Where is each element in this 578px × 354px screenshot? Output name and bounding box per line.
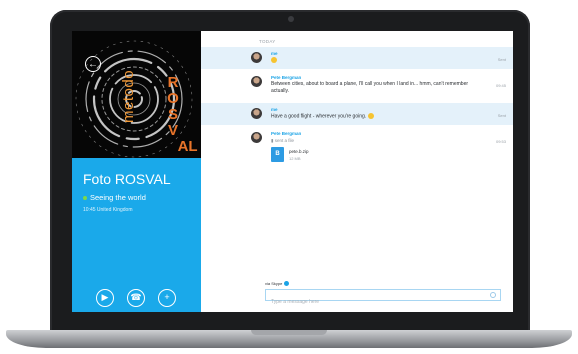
send-via-label: via Skype bbox=[265, 281, 283, 286]
contact-status-text: Seeing the world bbox=[90, 193, 146, 202]
photo-brand-letter: L bbox=[188, 138, 198, 155]
day-divider: TODAY bbox=[259, 39, 276, 44]
file-sent-note: ▮ sent a file bbox=[271, 138, 294, 143]
conversation-panel: TODAY me Sent Pete Bergman Between citie… bbox=[201, 31, 513, 312]
voice-call-button[interactable]: ☎ bbox=[127, 289, 145, 307]
avatar bbox=[251, 52, 262, 63]
file-sent-text: sent a file bbox=[274, 138, 294, 143]
back-button[interactable]: ← bbox=[85, 56, 101, 72]
file-size: 12 MB bbox=[289, 156, 301, 161]
profile-photo: ← metodo R O S V A L bbox=[72, 31, 201, 158]
add-icon: + bbox=[164, 292, 170, 302]
message-text bbox=[271, 57, 471, 64]
message-time: Sent bbox=[497, 113, 506, 118]
smiley-emoji-icon bbox=[367, 113, 374, 119]
photo-brand-letter: R bbox=[167, 74, 179, 91]
avatar bbox=[251, 132, 262, 143]
send-via[interactable]: via Skype bbox=[265, 281, 290, 287]
message-sender: Pete Bergman bbox=[271, 75, 302, 80]
message-row[interactable]: me Have a good flight - wherever you're … bbox=[201, 103, 513, 125]
laptop-base bbox=[6, 330, 572, 348]
avatar bbox=[251, 76, 262, 87]
phone-icon: ☎ bbox=[130, 292, 142, 302]
contact-name: Foto ROSVAL bbox=[83, 171, 171, 187]
file-icon[interactable]: B bbox=[271, 147, 284, 162]
online-status-icon bbox=[83, 196, 87, 201]
contact-status: Seeing the world bbox=[83, 193, 146, 202]
smiley-emoji-icon bbox=[271, 57, 277, 63]
message-compose-box[interactable] bbox=[265, 289, 501, 307]
message-row[interactable]: me Sent bbox=[201, 47, 513, 69]
message-text: Between cities, about to board a plane, … bbox=[271, 81, 469, 94]
arrow-left-icon: ← bbox=[88, 59, 98, 70]
message-text-content: Have a good flight - wherever you're goi… bbox=[271, 113, 367, 120]
photo-brand-metodo: metodo bbox=[120, 69, 137, 123]
photo-brand-letter: V bbox=[167, 122, 178, 139]
call-actions: ▶ ☎ + bbox=[96, 289, 176, 307]
message-input[interactable] bbox=[266, 297, 491, 307]
message-time: 09:53 bbox=[495, 139, 506, 144]
message-sender: me bbox=[271, 107, 278, 112]
webcam bbox=[288, 16, 294, 22]
message-time: Sent bbox=[497, 57, 506, 62]
message-text: Have a good flight - wherever you're goi… bbox=[271, 113, 471, 120]
message-row[interactable]: Pete Bergman Between cities, about to bo… bbox=[201, 71, 513, 101]
contact-location: 10:45 United Kingdom bbox=[83, 207, 133, 213]
screen: ← metodo R O S V A L Foto ROSVAL Seeing … bbox=[72, 31, 513, 312]
add-button[interactable]: + bbox=[158, 289, 176, 307]
photo-brand-letter: O bbox=[167, 90, 179, 107]
video-call-button[interactable]: ▶ bbox=[96, 289, 114, 307]
message-time: 09:45 bbox=[495, 83, 506, 88]
video-call-icon: ▶ bbox=[101, 292, 109, 302]
avatar bbox=[251, 108, 262, 119]
photo-brand-letter: S bbox=[167, 106, 178, 123]
file-name[interactable]: pete.b.zip bbox=[289, 149, 309, 154]
message-sender: me bbox=[271, 51, 278, 56]
laptop-notch bbox=[251, 330, 327, 335]
contact-profile-panel: ← metodo R O S V A L Foto ROSVAL Seeing … bbox=[72, 31, 201, 312]
info-icon bbox=[284, 281, 290, 287]
emoticon-icon[interactable] bbox=[490, 292, 496, 298]
message-sender: Pete Bergman bbox=[271, 131, 302, 136]
message-row[interactable]: Pete Bergman ▮ sent a file 09:53 B pete.… bbox=[201, 127, 513, 171]
